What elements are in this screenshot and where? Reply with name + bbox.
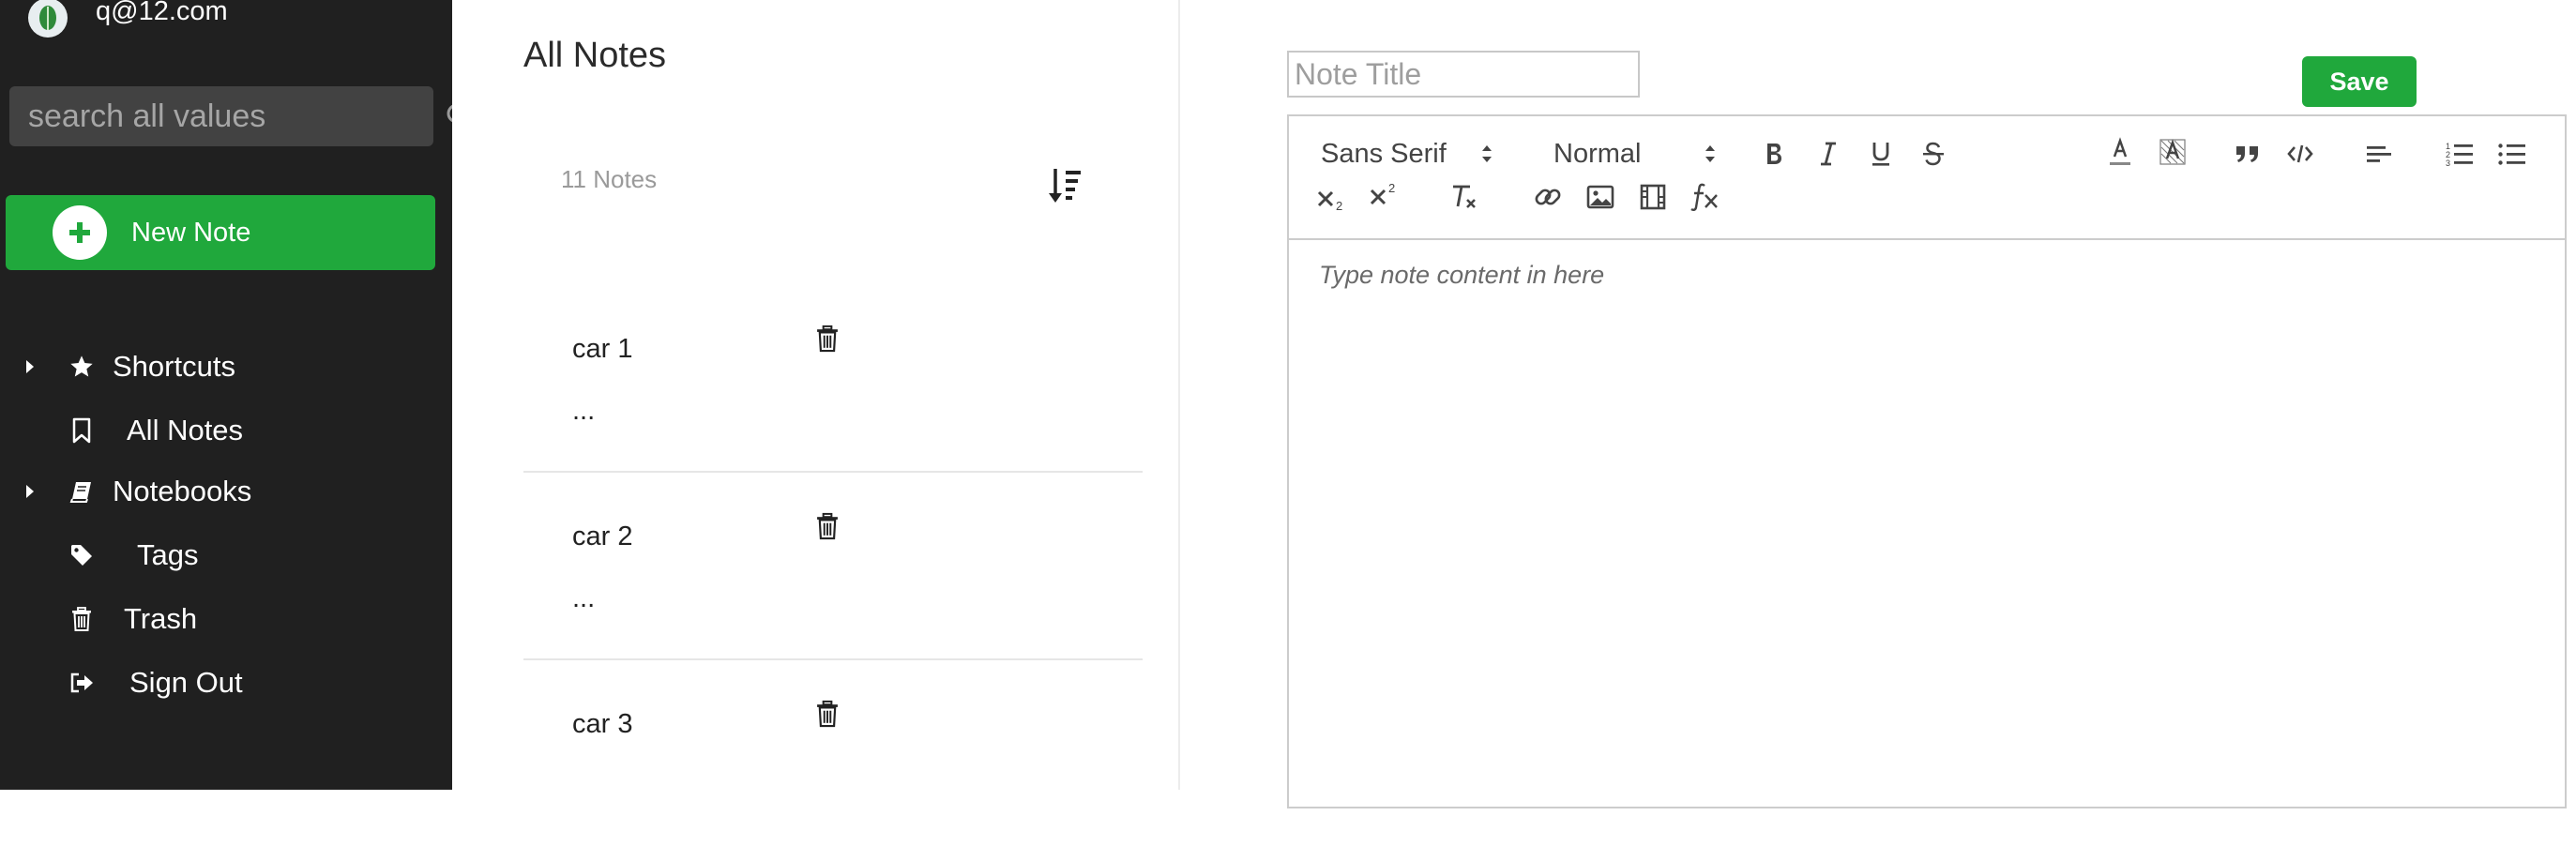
user-email: q@12.com: [96, 0, 228, 26]
ordered-list-icon: 1 2 3: [2446, 142, 2473, 168]
note-title: car 2: [572, 521, 633, 551]
code-icon: [2287, 144, 2313, 163]
sidebar-item-sign-out[interactable]: Sign Out: [0, 657, 452, 708]
svg-text:2: 2: [1388, 181, 1395, 195]
select-arrows-icon: [1480, 144, 1493, 164]
sidebar-item-notebooks[interactable]: Notebooks: [0, 466, 452, 517]
new-note-button[interactable]: New Note: [6, 195, 435, 270]
sidebar-item-label: Notebooks: [113, 475, 252, 507]
note-title: car 3: [572, 709, 633, 739]
subscript-icon: 2: [1317, 190, 1342, 213]
align-button[interactable]: [2362, 135, 2396, 173]
editor-toolbar: Sans Serif Normal 1 2 3 2 2: [1289, 116, 2565, 240]
note-snippet: ...: [572, 396, 596, 426]
font-color-button[interactable]: [2103, 133, 2137, 173]
sidebar-item-label: Sign Out: [129, 666, 243, 699]
image-icon: [1586, 185, 1614, 209]
note-list-item[interactable]: car 2 ...: [523, 471, 1143, 660]
delete-note-icon[interactable]: [816, 325, 841, 355]
formula-icon: [1690, 183, 1718, 212]
text-color-icon: [2110, 137, 2130, 165]
caret-right-icon[interactable]: [24, 482, 38, 501]
sidebar-item-label: Trash: [124, 602, 198, 635]
sidebar: q@12.com New Note Shortcuts: [0, 0, 474, 790]
new-note-label: New Note: [131, 217, 251, 248]
bookmark-icon: [68, 416, 96, 445]
ordered-list-button[interactable]: 1 2 3: [2443, 135, 2477, 173]
subscript-button[interactable]: 2: [1313, 180, 1351, 218]
note-title-input[interactable]: [1287, 51, 1640, 98]
size-picker[interactable]: Normal: [1553, 135, 1732, 173]
formula-button[interactable]: [1687, 176, 1724, 218]
code-block-button[interactable]: [2283, 135, 2317, 173]
sign-out-icon: [68, 669, 96, 697]
sidebar-item-trash[interactable]: Trash: [0, 594, 452, 644]
notes-list-panel: All Notes 11 Notes car 1 ... car 2 ... c…: [452, 0, 1180, 790]
editor-box: Sans Serif Normal 1 2 3 2 2 Type note co…: [1287, 114, 2567, 808]
avatar[interactable]: [28, 0, 68, 38]
bold-button[interactable]: [1758, 135, 1790, 173]
sort-icon[interactable]: [1047, 165, 1084, 206]
note-content-area[interactable]: Type note content in here: [1319, 261, 1604, 290]
italic-icon: [1821, 142, 1836, 166]
note-editor: Save Sans Serif Normal: [1180, 0, 2576, 808]
superscript-icon: 2: [1370, 181, 1395, 205]
user-info: q@12.com: [28, 0, 228, 41]
leaf-logo-icon: [39, 6, 56, 30]
note-title: car 1: [572, 334, 633, 364]
strike-button[interactable]: [1917, 135, 1949, 173]
notes-count: 11 Notes: [561, 165, 658, 193]
link-button[interactable]: [1529, 178, 1567, 216]
note-list-item[interactable]: car 1 ...: [523, 283, 1143, 473]
size-picker-value: Normal: [1553, 138, 1642, 169]
sidebar-item-tags[interactable]: Tags: [0, 530, 452, 581]
book-icon: [68, 477, 96, 506]
sidebar-item-label: Tags: [137, 538, 199, 571]
star-icon: [68, 353, 96, 381]
clear-format-button[interactable]: [1447, 178, 1484, 216]
note-snippet: ...: [572, 583, 596, 613]
tag-icon: [68, 541, 96, 569]
underline-button[interactable]: [1865, 135, 1897, 173]
italic-button[interactable]: [1812, 135, 1844, 173]
search-input[interactable]: [9, 85, 446, 147]
bullet-list-button[interactable]: [2495, 135, 2529, 173]
save-button[interactable]: Save: [2302, 56, 2417, 107]
link-icon: [1535, 189, 1561, 205]
sidebar-item-label: Shortcuts: [113, 350, 235, 383]
sidebar-item-shortcuts[interactable]: Shortcuts: [0, 341, 452, 392]
sidebar-item-label: All Notes: [127, 414, 244, 446]
quote-icon: [2236, 146, 2258, 162]
strikethrough-icon: [1923, 142, 1944, 166]
highlight-color-icon: [2159, 139, 2186, 165]
trash-icon: [68, 605, 96, 633]
align-left-icon: [2367, 146, 2391, 162]
delete-note-icon[interactable]: [816, 512, 841, 542]
bold-icon: [1767, 144, 1781, 164]
blockquote-button[interactable]: [2231, 135, 2265, 173]
caret-right-icon[interactable]: [24, 357, 38, 376]
svg-text:2: 2: [1336, 199, 1342, 213]
bullet-list-icon: [2498, 144, 2525, 165]
underline-icon: [1872, 143, 1889, 166]
clear-format-icon: [1453, 185, 1476, 208]
search-box: [9, 85, 474, 147]
font-picker[interactable]: Sans Serif: [1321, 135, 1499, 173]
image-button[interactable]: [1582, 178, 1619, 216]
svg-text:3: 3: [2446, 159, 2450, 168]
delete-note-icon[interactable]: [816, 700, 841, 730]
notes-list-title: All Notes: [523, 36, 667, 75]
background-color-button[interactable]: [2156, 133, 2190, 173]
font-picker-value: Sans Serif: [1321, 138, 1447, 169]
video-button[interactable]: [1634, 178, 1672, 216]
note-list-item[interactable]: car 3: [523, 658, 1143, 846]
superscript-button[interactable]: 2: [1366, 176, 1403, 214]
video-icon: [1640, 184, 1666, 210]
plus-icon: [53, 205, 107, 260]
select-arrows-icon: [1704, 144, 1717, 164]
sidebar-item-all-notes[interactable]: All Notes: [0, 405, 452, 456]
